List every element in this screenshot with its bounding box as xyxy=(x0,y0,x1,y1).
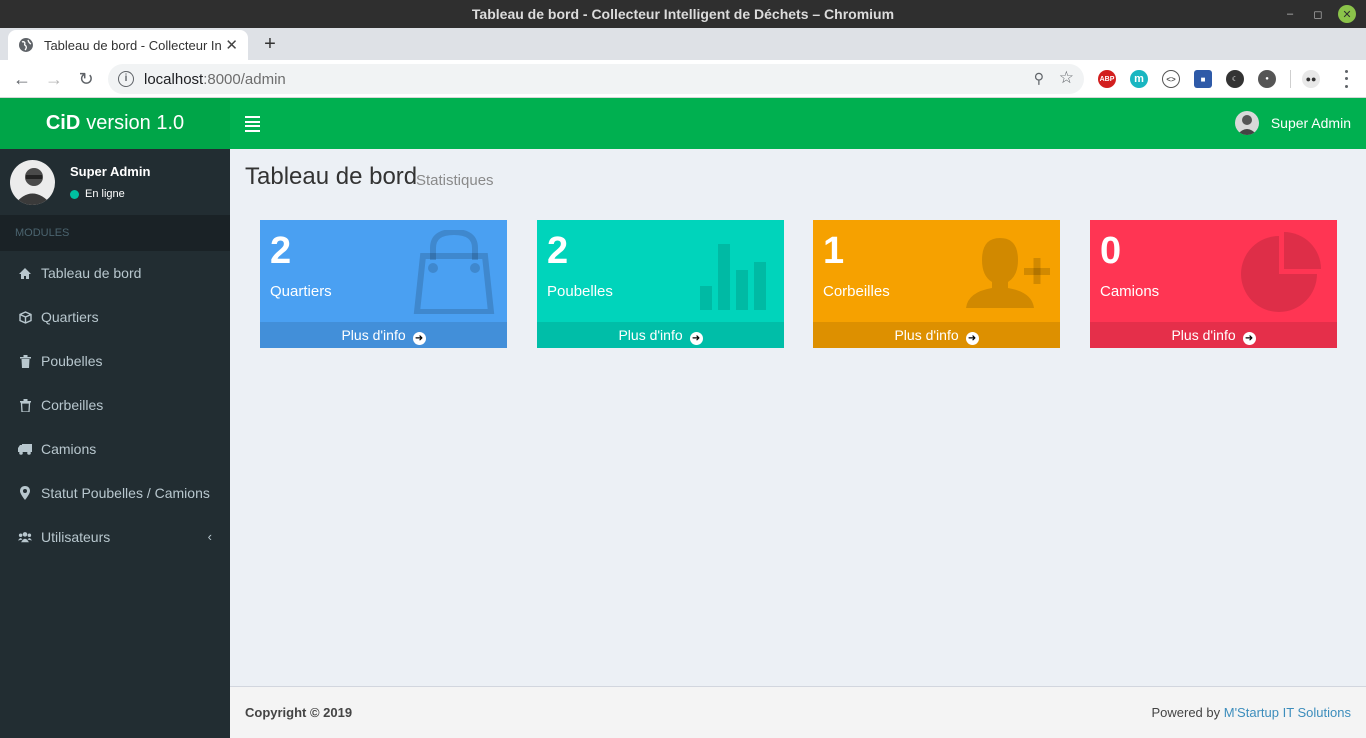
logo[interactable]: CiD version 1.0 xyxy=(0,98,230,149)
header-user-menu[interactable]: Super Admin xyxy=(1234,111,1351,135)
main-content: Tableau de bord Statistiques 2 Quartiers… xyxy=(230,149,1366,686)
more-info-link[interactable]: Plus d'info ➜ xyxy=(813,322,1060,348)
stat-value: 1 xyxy=(823,230,845,272)
pie-chart-icon xyxy=(1241,232,1321,312)
company-link[interactable]: M'Startup IT Solutions xyxy=(1224,705,1351,720)
arrow-circle-right-icon: ➜ xyxy=(1242,332,1256,345)
trash-icon xyxy=(18,398,32,412)
sidebar-item-utilisateurs[interactable]: Utilisateurs ‹ xyxy=(0,515,230,559)
sidebar-user-name: Super Admin xyxy=(70,164,151,179)
toolbar-divider xyxy=(1290,70,1291,88)
sidebar-item-tableau-de-bord[interactable]: Tableau de bord xyxy=(0,251,230,295)
address-bar[interactable]: i localhost:8000/admin ⚲ ☆ xyxy=(108,64,1084,94)
sidebar-item-statut[interactable]: Statut Poubelles / Camions xyxy=(0,471,230,515)
dark-mode-extension-icon[interactable]: ☾ xyxy=(1226,70,1244,88)
arrow-circle-right-icon: ➜ xyxy=(965,332,979,345)
page-subtitle: Statistiques xyxy=(416,172,494,189)
reload-icon[interactable]: ↻ xyxy=(74,67,98,91)
window-titlebar: Tableau de bord - Collecteur Intelligent… xyxy=(0,0,1366,28)
arrow-circle-right-icon: ➜ xyxy=(689,332,703,345)
back-icon[interactable]: ← xyxy=(10,67,34,91)
sidebar-menu: Tableau de bord Quartiers Poubelles Corb… xyxy=(0,251,230,559)
key-icon[interactable]: ⚲ xyxy=(1034,70,1044,87)
cube-icon xyxy=(18,310,32,324)
bar-chart-icon xyxy=(700,244,766,310)
user-panel: Super Admin En ligne xyxy=(0,149,230,215)
sidebar-toggle-icon[interactable] xyxy=(245,116,260,132)
stat-box-corbeilles: 1 Corbeilles Plus d'info ➜ xyxy=(813,220,1060,348)
map-marker-icon xyxy=(18,486,32,500)
avatar xyxy=(10,160,55,205)
user-plus-icon xyxy=(966,238,1050,308)
stat-box-camions: 0 Camions Plus d'info ➜ xyxy=(1090,220,1337,348)
profile-avatar-icon[interactable]: ●● xyxy=(1302,70,1320,88)
stat-label: Camions xyxy=(1100,283,1160,300)
users-icon xyxy=(18,530,32,544)
header-user-name: Super Admin xyxy=(1270,115,1351,131)
new-tab-icon[interactable]: + xyxy=(258,32,282,56)
avatar xyxy=(1234,111,1259,135)
browser-menu-icon[interactable] xyxy=(1340,68,1352,90)
app-footer: Copyright © 2019 Powered by M'Startup IT… xyxy=(230,686,1366,738)
browser-tab[interactable]: Tableau de bord - Collecteur Intelligent… xyxy=(8,30,248,60)
stat-label: Corbeilles xyxy=(823,283,890,300)
stat-box-poubelles: 2 Poubelles Plus d'info ➜ xyxy=(537,220,784,348)
sidebar-item-camions[interactable]: Camions xyxy=(0,427,230,471)
trash-icon xyxy=(18,354,32,368)
chevron-left-icon: ‹ xyxy=(207,529,212,544)
bookmark-star-icon[interactable]: ☆ xyxy=(1059,68,1074,88)
adblock-extension-icon[interactable]: ABP xyxy=(1098,70,1116,88)
globe-icon xyxy=(18,38,33,52)
stat-label: Quartiers xyxy=(270,283,332,300)
window-title: Tableau de bord - Collecteur Intelligent… xyxy=(471,6,895,22)
app-header: CiD version 1.0 Super Admin xyxy=(0,98,1366,149)
stat-value: 0 xyxy=(1100,230,1122,272)
truck-icon xyxy=(18,442,32,456)
url-text[interactable]: localhost:8000/admin xyxy=(144,71,286,88)
sidebar-item-corbeilles[interactable]: Corbeilles xyxy=(0,383,230,427)
box-extension-icon[interactable]: ■ xyxy=(1194,70,1212,88)
online-dot-icon xyxy=(70,189,79,199)
more-info-link[interactable]: Plus d'info ➜ xyxy=(537,322,784,348)
sidebar: Super Admin En ligne MODULES Tableau de … xyxy=(0,149,230,738)
menu-section-header: MODULES xyxy=(0,215,230,251)
tab-strip: Tableau de bord - Collecteur Intelligent… xyxy=(0,28,1366,60)
tab-title: Tableau de bord - Collecteur Intelligent… xyxy=(43,37,222,53)
home-icon xyxy=(18,266,32,280)
powered-by: Powered by M'Startup IT Solutions xyxy=(1151,705,1351,720)
more-info-link[interactable]: Plus d'info ➜ xyxy=(260,322,507,348)
forward-icon[interactable]: → xyxy=(42,67,66,91)
stat-value: 2 xyxy=(547,230,569,272)
more-info-link[interactable]: Plus d'info ➜ xyxy=(1090,322,1337,348)
browser-toolbar: ← → ↻ i localhost:8000/admin ⚲ ☆ ABP m <… xyxy=(0,60,1366,98)
online-status: En ligne xyxy=(70,188,125,200)
tab-close-icon[interactable]: ✕ xyxy=(225,36,238,54)
stat-label: Poubelles xyxy=(547,283,613,300)
minimize-icon[interactable]: – xyxy=(1280,4,1300,24)
sidebar-item-poubelles[interactable]: Poubelles xyxy=(0,339,230,383)
site-info-icon[interactable]: i xyxy=(118,71,134,87)
sidebar-item-quartiers[interactable]: Quartiers xyxy=(0,295,230,339)
arrow-circle-right-icon: ➜ xyxy=(412,332,426,345)
close-window-icon[interactable]: ✕ xyxy=(1338,5,1356,23)
chip-extension-icon[interactable]: ● xyxy=(1258,70,1276,88)
m-extension-icon[interactable]: m xyxy=(1130,70,1148,88)
page-title: Tableau de bord xyxy=(245,163,418,190)
stat-value: 2 xyxy=(270,230,292,272)
maximize-icon[interactable]: ◻ xyxy=(1308,4,1328,24)
code-extension-icon[interactable]: <> xyxy=(1162,70,1180,88)
stat-box-quartiers: 2 Quartiers Plus d'info ➜ xyxy=(260,220,507,348)
copyright-text: Copyright © 2019 xyxy=(245,705,353,720)
shopping-bag-icon xyxy=(413,230,495,314)
